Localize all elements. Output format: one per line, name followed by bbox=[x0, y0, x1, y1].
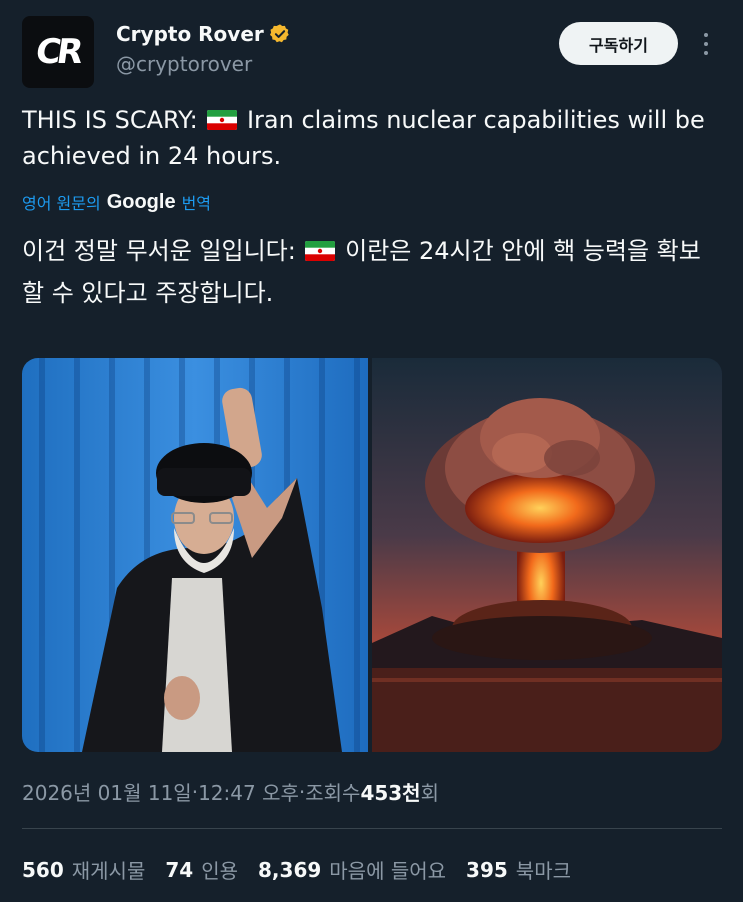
tweet-time[interactable]: 12:47 오후 bbox=[198, 777, 299, 806]
nuclear-explosion-image bbox=[372, 358, 722, 752]
media-grid bbox=[22, 358, 722, 752]
subscribe-button[interactable]: 구독하기 bbox=[559, 22, 678, 65]
engagement-stats: 560 재게시물 74 인용 8,369 마음에 들어요 395 북마크 bbox=[22, 855, 591, 884]
reposts-label: 재게시물 bbox=[71, 859, 146, 883]
likes-count: 8,369 bbox=[258, 857, 322, 882]
divider bbox=[22, 828, 722, 829]
bookmarks-stat[interactable]: 395 북마크 bbox=[466, 855, 571, 884]
display-name[interactable]: Crypto Rover bbox=[116, 22, 264, 46]
tweet-text: THIS IS SCARY: Iran claims nuclear capab… bbox=[22, 102, 722, 174]
tweet-metadata: 2026년 01월 11일 · 12:47 오후 · 조회수 453천 회 bbox=[22, 777, 439, 806]
bookmarks-label: 북마크 bbox=[515, 859, 571, 883]
quotes-count: 74 bbox=[165, 857, 194, 882]
translate-prefix: 영어 원문의 bbox=[22, 194, 101, 213]
quotes-stat[interactable]: 74 인용 bbox=[165, 855, 238, 884]
dot bbox=[704, 51, 708, 55]
google-logo-text: Google bbox=[106, 190, 176, 213]
views-label: 조회수 bbox=[305, 781, 361, 805]
tweet-text-part1: THIS IS SCARY: bbox=[22, 106, 206, 134]
reposts-count: 560 bbox=[22, 857, 64, 882]
translation-attribution[interactable]: 영어 원문의 Google 번역 bbox=[22, 190, 211, 214]
quotes-label: 인용 bbox=[201, 859, 239, 883]
dot bbox=[704, 42, 708, 46]
translated-text: 이건 정말 무서운 일입니다: 이란은 24시간 안에 핵 능력을 확보할 수 … bbox=[22, 230, 722, 314]
tweet-header: CR Crypto Rover @cryptorover 구독하기 bbox=[22, 16, 722, 88]
reposts-stat[interactable]: 560 재게시물 bbox=[22, 855, 145, 884]
media-image-cleric[interactable] bbox=[22, 358, 368, 752]
user-handle[interactable]: @cryptorover bbox=[116, 52, 252, 76]
iran-flag-icon bbox=[305, 241, 336, 261]
cleric-photo bbox=[22, 358, 368, 752]
avatar[interactable]: CR bbox=[22, 16, 94, 88]
more-options-icon[interactable] bbox=[698, 30, 714, 58]
translated-text-part1: 이건 정말 무서운 일입니다: bbox=[22, 237, 304, 265]
translate-suffix: 번역 bbox=[181, 194, 212, 213]
likes-stat[interactable]: 8,369 마음에 들어요 bbox=[258, 855, 446, 884]
bookmarks-count: 395 bbox=[466, 857, 508, 882]
verified-badge-icon[interactable] bbox=[269, 23, 291, 45]
avatar-logo-text: CR bbox=[33, 32, 83, 72]
views-suffix: 회 bbox=[420, 781, 439, 805]
name-row: Crypto Rover bbox=[116, 22, 291, 46]
views-count: 453천 bbox=[360, 781, 421, 805]
media-image-explosion[interactable] bbox=[372, 358, 722, 752]
likes-label: 마음에 들어요 bbox=[329, 859, 447, 883]
tweet-date[interactable]: 2026년 01월 11일 bbox=[22, 777, 192, 806]
iran-flag-icon bbox=[207, 110, 238, 130]
dot bbox=[704, 33, 708, 37]
